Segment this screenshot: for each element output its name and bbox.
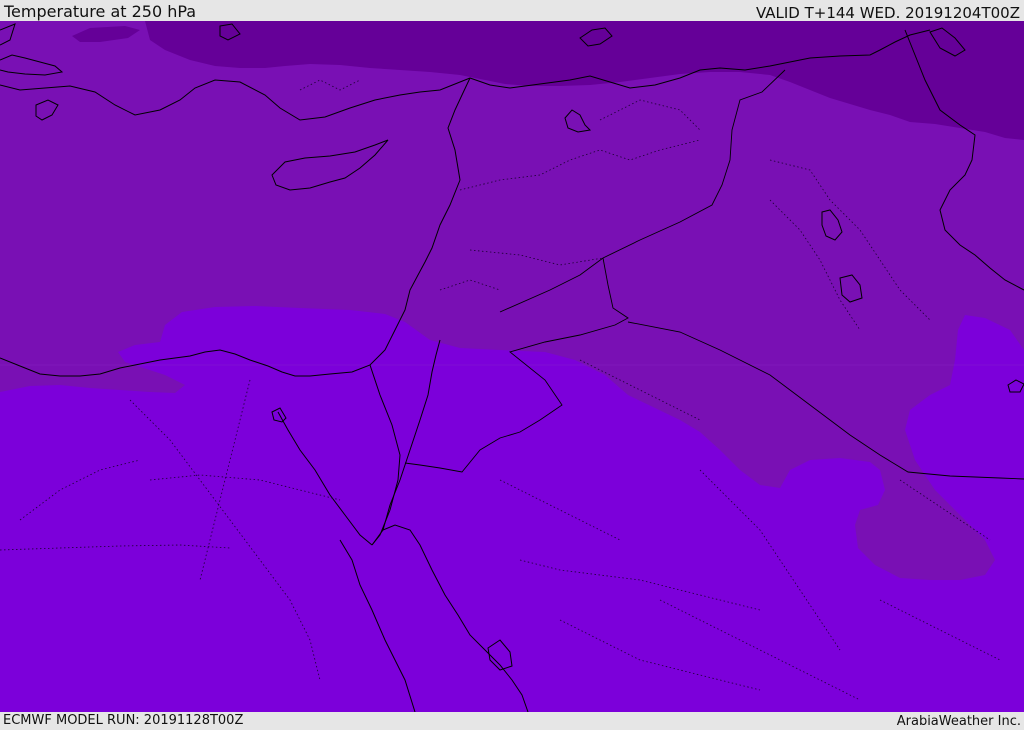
- model-run-label: ECMWF MODEL RUN: 20191128T00Z: [3, 713, 244, 728]
- credit-label: ArabiaWeather Inc.: [896, 714, 1021, 729]
- valid-time-label: VALID T+144 WED. 20191204T00Z: [755, 4, 1020, 22]
- map-canvas: [0, 21, 1024, 712]
- header-bar: Temperature at 250 hPa VALID T+144 WED. …: [0, 0, 1024, 22]
- footer-bar: ECMWF MODEL RUN: 20191128T00Z ArabiaWeat…: [0, 712, 1024, 729]
- weather-map: [0, 21, 1024, 712]
- map-title: Temperature at 250 hPa: [4, 2, 197, 21]
